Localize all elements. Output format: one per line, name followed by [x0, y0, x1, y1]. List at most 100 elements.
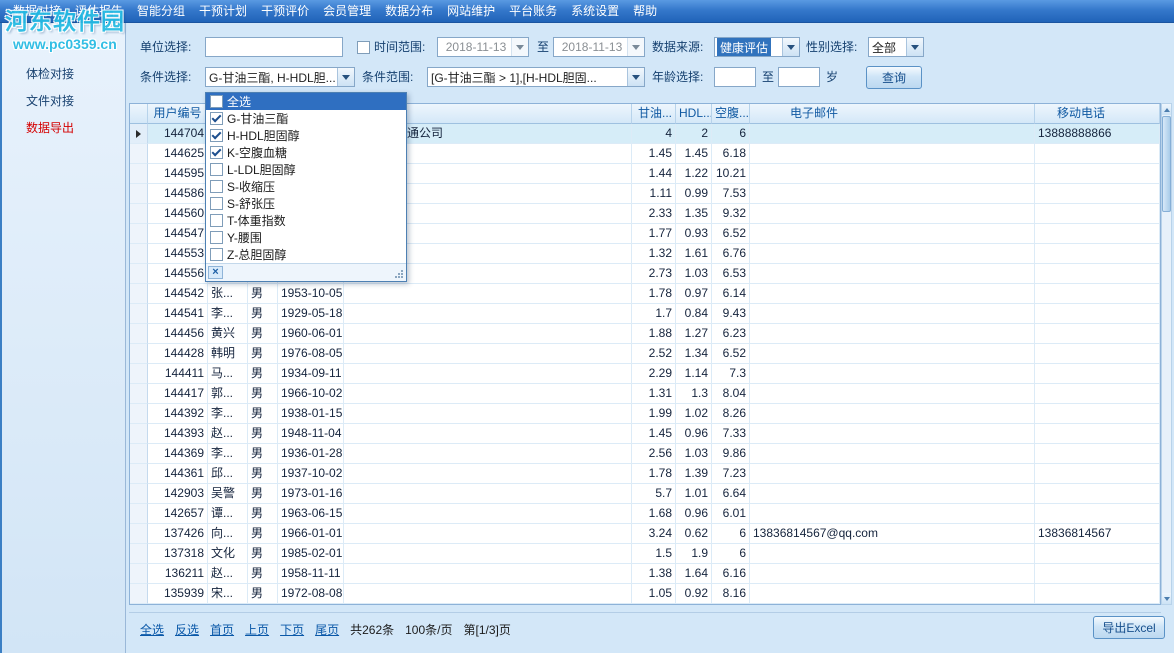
cell-user-id[interactable]: 144560 [148, 204, 208, 224]
cell-hdl[interactable]: 1.61 [676, 244, 712, 264]
cell-email[interactable] [750, 444, 1035, 464]
row-selector-cell[interactable] [130, 284, 148, 304]
condition-select[interactable]: G-甘油三酯, H-HDL胆... [205, 67, 355, 87]
cell-phone[interactable] [1035, 344, 1160, 364]
cell-user-id[interactable]: 144704 [148, 124, 208, 144]
cell-name[interactable]: 张... [208, 284, 248, 304]
cell-triglyceride[interactable]: 1.38 [632, 564, 676, 584]
cell-email[interactable] [750, 144, 1035, 164]
cell-triglyceride[interactable]: 1.88 [632, 324, 676, 344]
cell-user-id[interactable]: 144542 [148, 284, 208, 304]
cell-user-id[interactable]: 144456 [148, 324, 208, 344]
cell-triglyceride[interactable]: 1.78 [632, 284, 676, 304]
cell-birthdate[interactable]: 1966-10-02 [278, 384, 344, 404]
table-row[interactable]: 144369 李... 男 1936-01-28 2.56 1.03 9.86 [130, 444, 1160, 464]
cell-fasting-glucose[interactable]: 7.23 [712, 464, 750, 484]
cell-email[interactable] [750, 124, 1035, 144]
cell-unit[interactable] [344, 284, 632, 304]
close-icon[interactable]: × [208, 266, 223, 279]
cell-phone[interactable] [1035, 204, 1160, 224]
table-row[interactable]: 137426 向... 男 1966-01-01 3.24 0.62 6 138… [130, 524, 1160, 544]
cell-user-id[interactable]: 135939 [148, 584, 208, 604]
cell-fasting-glucose[interactable]: 6.14 [712, 284, 750, 304]
cell-user-id[interactable]: 144553 [148, 244, 208, 264]
cell-email[interactable] [750, 504, 1035, 524]
cell-phone[interactable] [1035, 264, 1160, 284]
cell-fasting-glucose[interactable]: 8.26 [712, 404, 750, 424]
table-row[interactable]: 137318 文化 男 1985-02-01 1.5 1.9 6 [130, 544, 1160, 564]
cell-name[interactable]: 向... [208, 524, 248, 544]
cell-triglyceride[interactable]: 5.7 [632, 484, 676, 504]
cell-fasting-glucose[interactable]: 6.52 [712, 344, 750, 364]
row-selector-cell[interactable] [130, 484, 148, 504]
cell-unit[interactable] [344, 544, 632, 564]
row-selector-cell[interactable] [130, 124, 148, 144]
row-selector-cell[interactable] [130, 444, 148, 464]
cell-hdl[interactable]: 0.92 [676, 584, 712, 604]
row-selector-cell[interactable] [130, 584, 148, 604]
cell-birthdate[interactable]: 1929-05-18 [278, 304, 344, 324]
cell-birthdate[interactable]: 1976-08-05 [278, 344, 344, 364]
cell-phone[interactable] [1035, 544, 1160, 564]
cell-hdl[interactable]: 1.3 [676, 384, 712, 404]
cell-user-id[interactable]: 136211 [148, 564, 208, 584]
cell-triglyceride[interactable]: 3.24 [632, 524, 676, 544]
menu-item[interactable]: 数据分布 [378, 0, 440, 22]
scroll-down-icon[interactable] [1162, 593, 1171, 604]
query-button[interactable]: 查询 [866, 66, 922, 89]
cell-email[interactable] [750, 404, 1035, 424]
cell-unit[interactable] [344, 364, 632, 384]
cell-email[interactable] [750, 544, 1035, 564]
cell-fasting-glucose[interactable]: 6.16 [712, 564, 750, 584]
cell-hdl[interactable]: 1.34 [676, 344, 712, 364]
cell-fasting-glucose[interactable]: 6.23 [712, 324, 750, 344]
dropdown-item[interactable]: 全选 [206, 93, 406, 110]
cell-phone[interactable]: 13888888866 [1035, 124, 1160, 144]
cell-triglyceride[interactable]: 1.05 [632, 584, 676, 604]
dropdown-item[interactable]: S-收缩压 [206, 178, 406, 195]
cell-email[interactable] [750, 284, 1035, 304]
pager-link[interactable]: 全选 [140, 621, 164, 638]
cell-hdl[interactable]: 1.03 [676, 444, 712, 464]
pager-link[interactable]: 首页 [210, 621, 234, 638]
cell-name[interactable]: 宋... [208, 584, 248, 604]
row-selector-cell[interactable] [130, 184, 148, 204]
cell-unit[interactable] [344, 424, 632, 444]
cell-fasting-glucose[interactable]: 8.16 [712, 584, 750, 604]
row-selector-cell[interactable] [130, 264, 148, 284]
cell-user-id[interactable]: 144369 [148, 444, 208, 464]
cell-name[interactable]: 韩明 [208, 344, 248, 364]
cell-email[interactable] [750, 224, 1035, 244]
row-selector-cell[interactable] [130, 304, 148, 324]
cell-gender[interactable]: 男 [248, 564, 278, 584]
cell-phone[interactable] [1035, 484, 1160, 504]
cell-fasting-glucose[interactable]: 7.3 [712, 364, 750, 384]
cell-phone[interactable] [1035, 164, 1160, 184]
cell-birthdate[interactable]: 1934-09-11 [278, 364, 344, 384]
sidebar-item[interactable]: 体检对接 [0, 60, 125, 87]
cell-hdl[interactable]: 1.45 [676, 144, 712, 164]
row-selector-cell[interactable] [130, 164, 148, 184]
cell-email[interactable] [750, 484, 1035, 504]
cell-fasting-glucose[interactable]: 9.86 [712, 444, 750, 464]
cell-triglyceride[interactable]: 2.52 [632, 344, 676, 364]
menu-item[interactable]: 网站维护 [440, 0, 502, 22]
cell-hdl[interactable]: 1.35 [676, 204, 712, 224]
cell-phone[interactable] [1035, 584, 1160, 604]
pager-link[interactable]: 下页 [280, 621, 304, 638]
header-phone[interactable]: 移动电话 [1035, 104, 1160, 124]
cell-fasting-glucose[interactable]: 6.52 [712, 224, 750, 244]
cell-fasting-glucose[interactable]: 7.53 [712, 184, 750, 204]
cell-user-id[interactable]: 144625 [148, 144, 208, 164]
cell-hdl[interactable]: 1.27 [676, 324, 712, 344]
scrollbar-thumb[interactable] [1162, 116, 1171, 212]
cell-unit[interactable] [344, 404, 632, 424]
cell-email[interactable]: 13836814567@qq.com [750, 524, 1035, 544]
cell-name[interactable]: 邱... [208, 464, 248, 484]
cell-hdl[interactable]: 1.22 [676, 164, 712, 184]
cell-email[interactable] [750, 584, 1035, 604]
chevron-down-icon[interactable] [627, 68, 644, 86]
cell-user-id[interactable]: 144586 [148, 184, 208, 204]
cell-triglyceride[interactable]: 1.45 [632, 144, 676, 164]
cell-phone[interactable] [1035, 364, 1160, 384]
